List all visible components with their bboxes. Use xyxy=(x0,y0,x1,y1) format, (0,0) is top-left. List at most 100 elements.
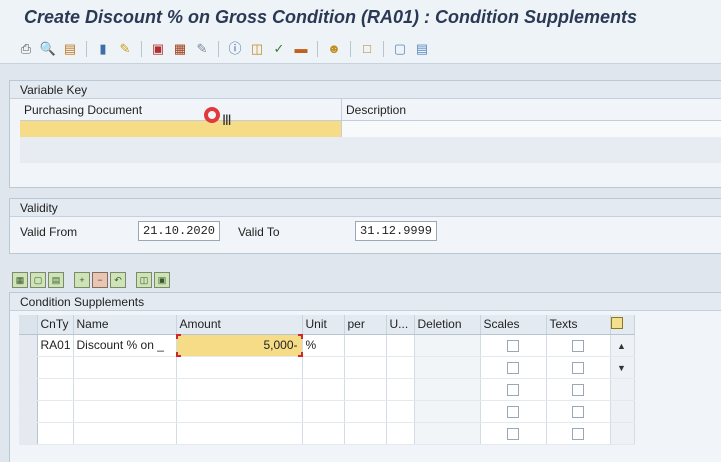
unit-cell[interactable] xyxy=(302,378,345,401)
scales-checkbox[interactable] xyxy=(506,405,519,418)
texts-checkbox[interactable] xyxy=(571,383,584,396)
help-icon[interactable]: ▢ xyxy=(392,41,408,57)
insert-row-icon[interactable]: + xyxy=(74,272,90,288)
next-icon[interactable]: ▣ xyxy=(150,41,166,57)
col-amount[interactable]: Amount xyxy=(176,315,303,335)
row-selector[interactable] xyxy=(19,356,38,379)
scrollbar-track[interactable] xyxy=(610,400,635,423)
select-block-icon[interactable]: ▤ xyxy=(48,272,64,288)
row-selector[interactable] xyxy=(19,422,38,445)
unit-cell[interactable] xyxy=(302,422,345,445)
delete-row-icon[interactable]: − xyxy=(92,272,108,288)
amount-cell[interactable] xyxy=(176,400,303,423)
table-row: RA01 Discount % on _ 5,000- % ▲ xyxy=(19,333,635,357)
scales-checkbox[interactable] xyxy=(506,383,519,396)
variable-key-table: Purchasing Document Description xyxy=(20,99,721,163)
first-page-icon[interactable]: ▮ xyxy=(95,41,111,57)
uom-cell[interactable] xyxy=(386,400,415,423)
details-icon[interactable]: ▣ xyxy=(154,272,170,288)
uom-cell[interactable] xyxy=(386,422,415,445)
validity-label: Validity xyxy=(10,199,721,217)
cnty-cell[interactable] xyxy=(37,356,74,379)
scales-checkbox[interactable] xyxy=(506,427,519,440)
deselect-all-icon[interactable]: ▢ xyxy=(30,272,46,288)
amount-cell[interactable] xyxy=(176,422,303,445)
copy-row-icon[interactable]: ◫ xyxy=(136,272,152,288)
unit-cell[interactable] xyxy=(302,400,345,423)
uom-cell[interactable] xyxy=(386,356,415,379)
texts-cell xyxy=(546,334,611,357)
cnty-cell[interactable] xyxy=(37,400,74,423)
col-name[interactable]: Name xyxy=(73,315,177,335)
deletion-cell xyxy=(414,334,481,357)
name-cell xyxy=(73,400,177,423)
texts-checkbox[interactable] xyxy=(571,361,584,374)
per-cell[interactable] xyxy=(344,356,387,379)
scales-cell xyxy=(480,378,547,401)
scrollbar-track[interactable] xyxy=(610,378,635,401)
validity-group: Validity Valid From 21.10.2020 Valid To … xyxy=(9,198,721,254)
purchasing-document-input[interactable] xyxy=(20,121,342,137)
row-selector[interactable] xyxy=(19,378,38,401)
expand-icon[interactable]: ✓ xyxy=(271,41,287,57)
amount-cell[interactable] xyxy=(176,356,303,379)
col-per[interactable]: per xyxy=(344,315,387,335)
row-selector-header[interactable] xyxy=(19,315,38,335)
name-cell xyxy=(73,422,177,445)
texts-checkbox[interactable] xyxy=(571,405,584,418)
uom-cell[interactable] xyxy=(386,334,415,357)
amount-cell[interactable] xyxy=(176,378,303,401)
find-next-icon[interactable]: ▤ xyxy=(62,41,78,57)
unit-cell[interactable]: % xyxy=(302,334,345,357)
cnty-cell[interactable] xyxy=(37,422,74,445)
unit-cell[interactable] xyxy=(302,356,345,379)
texts-checkbox[interactable] xyxy=(571,339,584,352)
scroll-down-icon[interactable]: ▼ xyxy=(610,356,635,379)
settings-icon[interactable]: ▤ xyxy=(414,41,430,57)
name-cell xyxy=(73,356,177,379)
info-icon[interactable]: ⓘ xyxy=(227,41,243,57)
uom-cell[interactable] xyxy=(386,378,415,401)
previous-icon[interactable]: ✎ xyxy=(117,41,133,57)
per-cell[interactable] xyxy=(344,378,387,401)
edit-icon[interactable]: ✎ xyxy=(194,41,210,57)
last-page-icon[interactable]: ▦ xyxy=(172,41,188,57)
deletion-cell xyxy=(414,378,481,401)
application-toolbar: ⎙ 🔍 ▤ ▮ ✎ ▣ ▦ ✎ ⓘ ◫ ✓ ▬ ☻ □ ▢ ▤ xyxy=(0,34,721,64)
user-icon[interactable]: ☻ xyxy=(326,41,342,57)
per-cell[interactable] xyxy=(344,334,387,357)
texts-cell xyxy=(546,378,611,401)
collapse-icon[interactable]: ▬ xyxy=(293,41,309,57)
row-selector[interactable] xyxy=(19,400,38,423)
scales-checkbox[interactable] xyxy=(506,339,519,352)
scales-checkbox[interactable] xyxy=(506,361,519,374)
per-cell[interactable] xyxy=(344,400,387,423)
print-icon[interactable]: ⎙ xyxy=(18,41,34,57)
amount-input[interactable]: 5,000- xyxy=(175,333,303,357)
condition-supplements-label: Condition Supplements xyxy=(10,293,721,311)
scrollbar-track[interactable] xyxy=(610,422,635,445)
valid-to-input[interactable]: 31.12.9999 xyxy=(355,221,437,241)
valid-from-input[interactable]: 21.10.2020 xyxy=(138,221,220,241)
col-unit[interactable]: Unit xyxy=(302,315,345,335)
col-cnty[interactable]: CnTy xyxy=(37,315,74,335)
save-icon[interactable]: □ xyxy=(359,41,375,57)
select-all-icon[interactable]: ▦ xyxy=(12,272,28,288)
col-purchasing-document: Purchasing Document xyxy=(20,99,342,120)
find-icon[interactable]: 🔍 xyxy=(40,41,56,57)
title-bar: Create Discount % on Gross Condition (RA… xyxy=(0,0,721,34)
undo-icon[interactable]: ↶ xyxy=(110,272,126,288)
deletion-cell xyxy=(414,400,481,423)
scroll-up-icon[interactable]: ▲ xyxy=(610,334,635,357)
copy-icon[interactable]: ◫ xyxy=(249,41,265,57)
col-texts[interactable]: Texts xyxy=(546,315,611,335)
col-scales[interactable]: Scales xyxy=(480,315,547,335)
per-cell[interactable] xyxy=(344,422,387,445)
cnty-cell[interactable] xyxy=(37,378,74,401)
mouse-pointer-highlight xyxy=(204,107,220,123)
col-uom[interactable]: U... xyxy=(386,315,415,335)
column-settings-icon[interactable] xyxy=(610,315,635,335)
col-deletion[interactable]: Deletion xyxy=(414,315,481,335)
row-selector[interactable] xyxy=(19,334,38,357)
texts-checkbox[interactable] xyxy=(571,427,584,440)
